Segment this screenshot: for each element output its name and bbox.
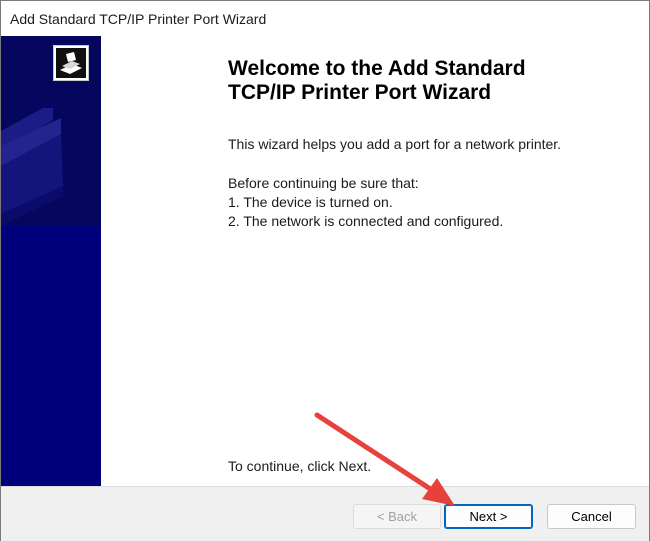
prerequisite-item-2: 2. The network is connected and configur… bbox=[228, 213, 504, 229]
wizard-content: Welcome to the Add Standard TCP/IP Print… bbox=[101, 36, 649, 486]
prerequisite-item-1: 1. The device is turned on. bbox=[228, 194, 393, 210]
page-title-line1: Welcome to the Add Standard bbox=[228, 57, 526, 80]
wizard-side-banner bbox=[1, 36, 101, 486]
wizard-window: Add Standard TCP/IP Printer Port Wizard … bbox=[0, 0, 650, 541]
printer-watermark-graphic bbox=[1, 36, 101, 486]
next-button[interactable]: Next > bbox=[444, 504, 533, 529]
printer-wizard-icon bbox=[53, 45, 89, 81]
cancel-button[interactable]: Cancel bbox=[547, 504, 636, 529]
prerequisites-label: Before continuing be sure that: bbox=[228, 175, 419, 191]
back-button[interactable]: < Back bbox=[353, 504, 441, 529]
intro-text: This wizard helps you add a port for a n… bbox=[228, 136, 562, 152]
page-title: Welcome to the Add Standard TCP/IP Print… bbox=[228, 57, 628, 105]
button-bar: < Back Next > Cancel bbox=[1, 486, 649, 541]
window-title: Add Standard TCP/IP Printer Port Wizard bbox=[10, 11, 267, 27]
continue-instruction: To continue, click Next. bbox=[228, 458, 372, 474]
title-bar[interactable]: Add Standard TCP/IP Printer Port Wizard bbox=[1, 1, 649, 36]
page-title-line2: TCP/IP Printer Port Wizard bbox=[228, 81, 492, 104]
